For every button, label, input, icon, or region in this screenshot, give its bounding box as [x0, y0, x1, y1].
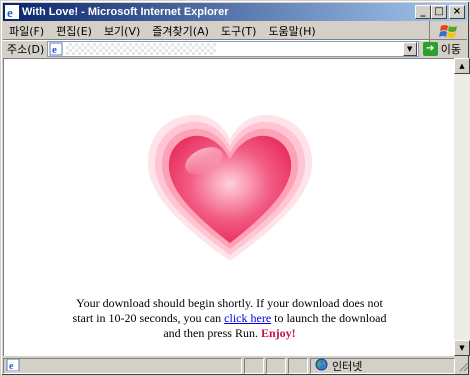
internet-globe-icon: [315, 358, 328, 374]
window-title: With Love! - Microsoft Internet Explorer: [22, 6, 229, 18]
status-main-pane: e: [3, 358, 242, 374]
status-pane-3: [288, 358, 308, 374]
status-bar: e 인터넷: [3, 357, 469, 375]
heart-image: [144, 111, 316, 271]
status-pane-2: [266, 358, 286, 374]
address-dropdown-button[interactable]: ▼: [402, 41, 417, 56]
go-arrow-icon: ➔: [422, 41, 438, 56]
svg-text:e: e: [9, 361, 14, 371]
scroll-down-button[interactable]: ▼: [454, 340, 470, 356]
svg-text:e: e: [7, 5, 13, 19]
address-label: 주소(D): [7, 42, 45, 56]
ie-window: e With Love! - Microsoft Internet Explor…: [0, 0, 470, 376]
resize-grip[interactable]: [457, 359, 469, 373]
menu-view[interactable]: 보기(V): [98, 23, 146, 39]
security-zone[interactable]: 인터넷: [310, 358, 455, 374]
scroll-up-button[interactable]: ▲: [454, 58, 470, 74]
download-message: Your download should begin shortly. If y…: [4, 296, 454, 341]
caption-buttons: _ □ ×: [415, 5, 465, 19]
address-bar: 주소(D) e ▼ ➔ 이동: [3, 39, 467, 57]
address-field[interactable]: e ▼: [47, 40, 419, 57]
click-here-link[interactable]: click here: [224, 311, 271, 325]
ie-page-icon: e: [48, 42, 64, 56]
minimize-button[interactable]: _: [415, 5, 431, 19]
status-page-icon: e: [6, 358, 20, 374]
menu-help[interactable]: 도움말(H): [262, 23, 321, 39]
maximize-button[interactable]: □: [431, 5, 447, 19]
menu-file[interactable]: 파일(F): [3, 23, 50, 39]
go-label: 이동: [440, 42, 461, 56]
menu-tools[interactable]: 도구(T): [215, 23, 263, 39]
menu-favorites[interactable]: 즐겨찾기(A): [146, 23, 215, 39]
svg-text:e: e: [52, 44, 57, 56]
zone-label: 인터넷: [332, 360, 363, 373]
menu-edit[interactable]: 편집(E): [50, 23, 98, 39]
page-content: Your download should begin shortly. If y…: [3, 58, 454, 356]
status-pane-1: [244, 358, 264, 374]
go-button[interactable]: ➔ 이동: [419, 41, 467, 57]
title-bar[interactable]: e With Love! - Microsoft Internet Explor…: [3, 3, 467, 21]
vertical-scrollbar[interactable]: ▲ ▼: [454, 58, 470, 356]
url-obscured: [66, 42, 217, 55]
enjoy-text: Enjoy!: [260, 326, 296, 340]
url-input[interactable]: [218, 41, 419, 56]
close-button[interactable]: ×: [449, 5, 465, 19]
menu-bar: 파일(F) 편집(E) 보기(V) 즐겨찾기(A) 도구(T) 도움말(H): [3, 21, 467, 41]
ie-icon: e: [5, 5, 19, 19]
